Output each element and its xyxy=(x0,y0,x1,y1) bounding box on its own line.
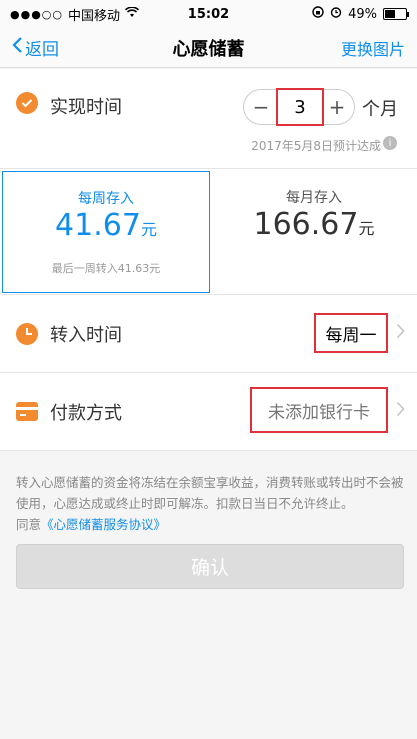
back-label: 返回 xyxy=(25,40,59,60)
change-image-button[interactable]: 更换图片 xyxy=(341,36,405,60)
payment-method-row[interactable]: 付款方式 未添加银行卡 xyxy=(0,373,417,451)
clock-icon xyxy=(16,323,38,345)
weekly-label: 每周存入 xyxy=(78,191,134,207)
monthly-amount-value: 166.67 xyxy=(253,207,359,242)
transfer-time-label: 转入时间 xyxy=(50,325,122,346)
month-stepper: − 3 + xyxy=(243,88,355,126)
weekly-deposit-card[interactable]: 每周存入 41.67元 最后一周转入41.63元 xyxy=(2,171,210,293)
back-button[interactable]: 返回 xyxy=(12,35,59,60)
weekly-amount: 41.67元 xyxy=(3,208,209,243)
chevron-right-icon xyxy=(396,401,405,422)
realize-time-row: 实现时间 − 3 + 个月 2017年5月8日预计达成 i xyxy=(0,69,417,169)
status-bar: ●●●○○ 中国移动 15:02 49% xyxy=(0,0,417,28)
increment-button[interactable]: + xyxy=(322,90,352,124)
signal-icon: ●●●○○ xyxy=(10,7,63,21)
freeze-notice: 转入心愿储蓄的资金将冻结在余额宝享收益，消费转账或转出时不会被使用，心愿达成或终… xyxy=(16,475,404,511)
month-count-input[interactable]: 3 xyxy=(276,88,324,126)
alarm-icon xyxy=(330,6,342,22)
month-unit: 个月 xyxy=(362,99,398,120)
battery-percent: 49% xyxy=(348,6,377,22)
battery-fill xyxy=(385,10,395,18)
service-agreement-link[interactable]: 《心愿储蓄服务协议》 xyxy=(41,517,166,532)
transfer-time-row[interactable]: 转入时间 每周一 xyxy=(0,295,417,373)
status-left: ●●●○○ 中国移动 xyxy=(10,5,140,24)
payment-method-value[interactable]: 未添加银行卡 xyxy=(250,387,388,433)
confirm-button[interactable]: 确认 xyxy=(16,544,404,589)
realize-time-label: 实现时间 xyxy=(50,97,122,118)
weekly-amount-value: 41.67 xyxy=(55,208,141,243)
payment-method-label: 付款方式 xyxy=(50,403,122,424)
check-icon xyxy=(16,92,38,114)
info-icon[interactable]: i xyxy=(383,136,397,150)
status-right: 49% xyxy=(312,6,409,22)
agreement-line: 同意《心愿储蓄服务协议》 xyxy=(16,514,166,533)
wifi-icon xyxy=(124,5,140,22)
monthly-deposit-card[interactable]: 每月存入 166.67元 xyxy=(212,171,416,293)
chevron-left-icon xyxy=(12,36,23,59)
chevron-right-icon xyxy=(396,323,405,344)
carrier-label: 中国移动 xyxy=(68,8,121,24)
nav-bar: 返回 心愿储蓄 更换图片 xyxy=(0,28,417,68)
battery-icon xyxy=(383,8,409,20)
transfer-time-value[interactable]: 每周一 xyxy=(314,313,388,353)
monthly-label: 每月存入 xyxy=(286,190,342,206)
monthly-amount: 166.67元 xyxy=(212,207,416,242)
amount-options: 每周存入 41.67元 最后一周转入41.63元 每月存入 166.67元 xyxy=(0,169,417,295)
weekly-note: 最后一周转入41.63元 xyxy=(51,262,161,275)
agree-prefix: 同意 xyxy=(16,517,42,532)
weekly-amount-unit: 元 xyxy=(140,220,157,239)
decrement-button[interactable]: − xyxy=(246,90,276,124)
monthly-amount-unit: 元 xyxy=(358,219,375,238)
rotation-lock-icon xyxy=(312,6,324,22)
card-icon xyxy=(16,402,38,421)
eta-text: 2017年5月8日预计达成 xyxy=(251,139,381,153)
